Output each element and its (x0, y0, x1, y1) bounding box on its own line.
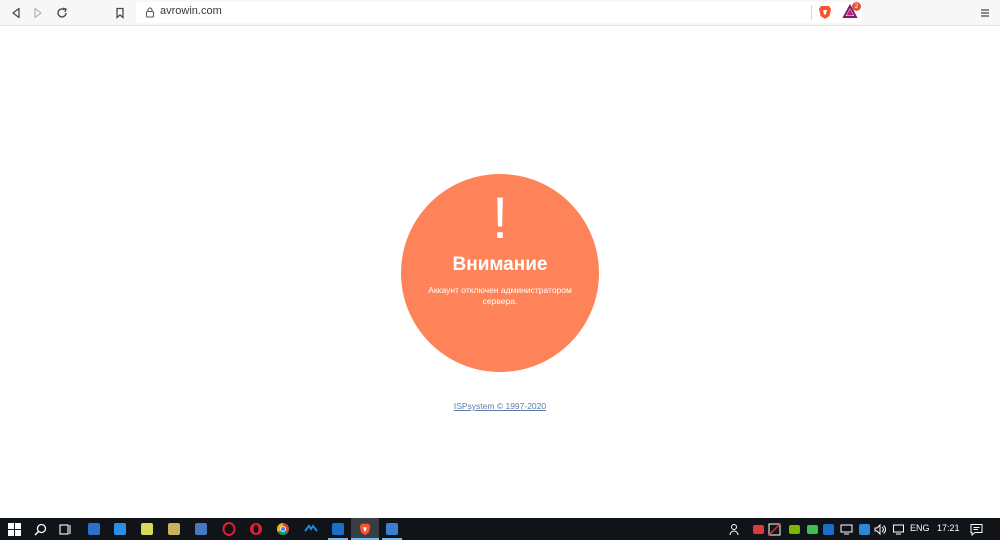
hamburger-menu-icon (981, 9, 989, 17)
taskbar-file-manager-app[interactable] (166, 521, 182, 537)
remote-icon (195, 523, 207, 535)
address-bar[interactable]: avrowin.com 2 (136, 2, 862, 23)
browser-toolbar: avrowin.com 2 (0, 0, 1000, 26)
network-button[interactable] (890, 521, 906, 537)
windows-taskbar: ENG 17:21 (0, 518, 1000, 540)
screen: avrowin.com 2 ! Внимание Аккаунт отключе… (0, 0, 1000, 540)
start-button[interactable] (6, 521, 22, 537)
people-icon (729, 523, 738, 535)
volume-button[interactable] (872, 521, 888, 537)
taskbar-app-bird[interactable] (303, 521, 319, 537)
url-divider (811, 5, 812, 20)
tray-defender-app[interactable] (856, 521, 872, 537)
notifications-icon (970, 523, 982, 536)
network-icon (892, 524, 904, 534)
notepad-icon (141, 523, 153, 535)
windows-logo-icon (7, 522, 21, 536)
url-text: avrowin.com (160, 5, 222, 17)
opera-icon (222, 522, 236, 536)
bookmark-button[interactable] (110, 3, 130, 23)
back-arrow-icon (12, 7, 20, 19)
forward-arrow-icon (34, 7, 42, 19)
brave-rewards-button[interactable]: 2 (842, 2, 861, 20)
input-language[interactable]: ENG (910, 523, 930, 533)
bookmark-icon (116, 7, 124, 19)
bird-icon (304, 524, 318, 532)
monitor-icon (840, 524, 852, 534)
brave-shields-button[interactable] (817, 4, 833, 20)
trello-icon (114, 523, 126, 535)
ispsystem-footer-link[interactable]: ISPsystem © 1997-2020 (0, 401, 1000, 411)
taskbar-terminal-app[interactable] (86, 521, 102, 537)
taskbar-chrome-app[interactable] (275, 521, 291, 537)
taskbar-brave-app[interactable] (357, 521, 373, 537)
defender-icon (858, 523, 870, 535)
action-center-button[interactable] (968, 521, 984, 537)
taskbar-opera-app[interactable] (221, 521, 237, 537)
volume-icon (874, 523, 886, 535)
warning-heading: Внимание (452, 254, 548, 275)
menu-button[interactable] (975, 3, 995, 23)
back-button[interactable] (6, 3, 26, 23)
warning-circle: ! Внимание Аккаунт отключен администрато… (401, 174, 599, 372)
rewards-badge: 2 (852, 2, 861, 11)
taskbar-trello-app[interactable] (112, 521, 128, 537)
taskbar-outlook-app[interactable] (330, 521, 346, 537)
record-icon (752, 524, 764, 534)
people-button[interactable] (727, 521, 743, 537)
tray-monitor-app[interactable] (838, 521, 854, 537)
search-icon (33, 523, 46, 536)
terminal-icon (88, 523, 100, 535)
lock-icon (145, 7, 155, 18)
file-manager-icon (168, 523, 180, 535)
warning-message: Аккаунт отключен администратором сервера… (428, 285, 572, 306)
taskbar-remote-desktop-app[interactable] (384, 521, 400, 537)
taskbar-remote-app[interactable] (193, 521, 209, 537)
tray-nvidia-app[interactable] (786, 521, 802, 537)
task-view-button[interactable] (57, 521, 73, 537)
taskbar-opera-gx-app[interactable] (248, 521, 264, 537)
search-button[interactable] (32, 521, 48, 537)
tray-green-app[interactable] (804, 521, 820, 537)
system-clock[interactable]: 17:21 (937, 523, 960, 533)
exclamation-mark: ! (491, 186, 509, 251)
reload-button[interactable] (52, 3, 72, 23)
outlook-tray-icon (822, 523, 834, 535)
outlook-icon (332, 523, 344, 535)
chrome-icon (276, 523, 289, 536)
opera-gx-icon (250, 523, 262, 535)
nvidia-icon (788, 524, 800, 534)
green-app-icon (806, 524, 818, 534)
tray-disabled-app[interactable] (766, 521, 782, 537)
disabled-shield-icon (767, 522, 781, 536)
brave-lion-icon (819, 6, 831, 19)
reload-icon (57, 7, 67, 18)
forward-button[interactable] (28, 3, 48, 23)
tray-outlook-app[interactable] (820, 521, 836, 537)
taskbar-notepad-app[interactable] (139, 521, 155, 537)
task-view-icon (58, 523, 71, 535)
brave-taskbar-icon (359, 523, 371, 536)
remote-desktop-icon (386, 523, 398, 535)
tray-record-app[interactable] (750, 521, 766, 537)
